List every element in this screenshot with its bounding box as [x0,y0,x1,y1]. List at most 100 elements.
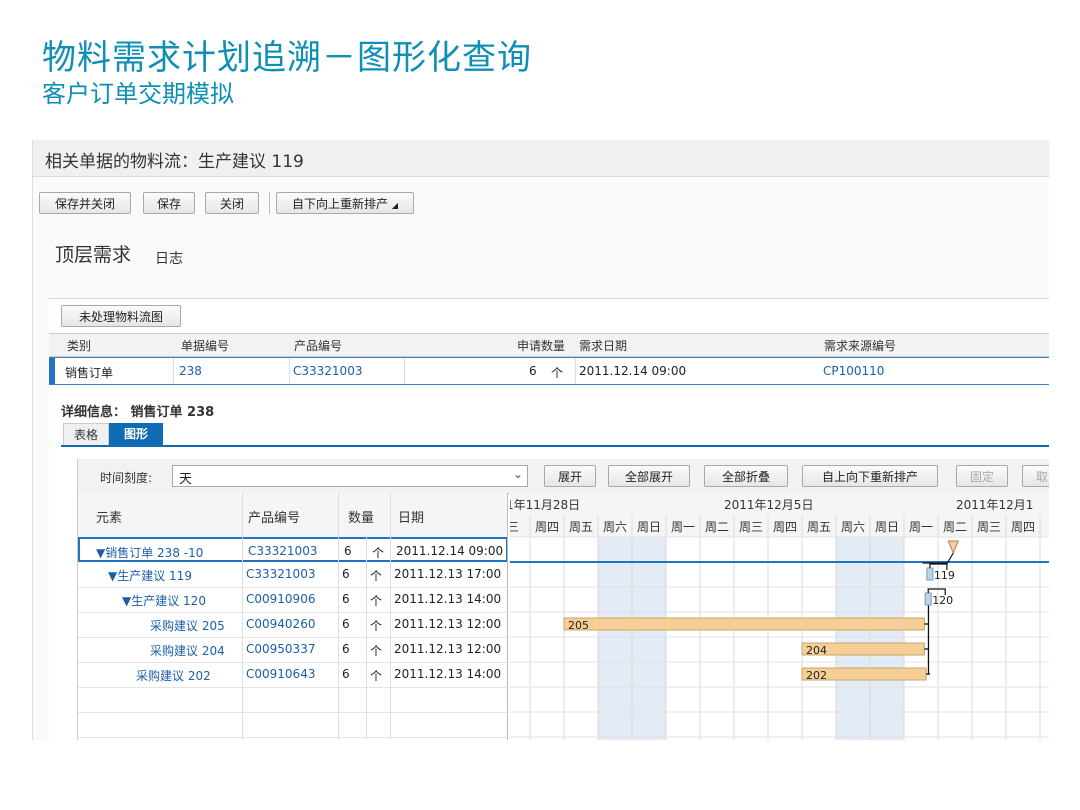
tree-date: 2011.12.13 14:00 [394,592,502,606]
tree-date: 2011.12.13 17:00 [394,567,502,581]
tree-qty: 6 [344,544,352,558]
tree-product[interactable]: C33321003 [248,544,317,558]
demand-grid-row[interactable]: 销售订单 238 C33321003 6 个 2011.12.14 09:00 … [49,357,1049,385]
col-divider [390,493,391,740]
col-divider [366,537,367,740]
weekend-column [870,537,904,740]
col-divider [575,358,576,384]
day-label: 周三 [977,520,1001,534]
tree-row[interactable]: 采购建议 205 C00940260 6 个 2011.12.13 12:00 [78,612,508,638]
tab-top-demand[interactable]: 顶层需求 [55,240,131,267]
tree-product[interactable]: C00910643 [246,667,315,681]
scale-label: 时间刻度: [100,471,153,485]
day-label: 周六 [603,520,627,534]
cell-qty: 6 [529,364,537,378]
expand-button[interactable]: 展开 [544,465,596,487]
col-element: 元素 [96,511,123,526]
day-label: 周三 [739,520,763,534]
col-divider [242,493,243,740]
day-label: 周四 [773,520,797,534]
cut-button[interactable]: 取 [1022,465,1049,487]
tree-row-empty [78,687,508,713]
day-label: 周六 [841,520,865,534]
tree-unit: 个 [370,644,383,658]
col-divider [173,358,174,384]
gantt-bar-label: 202 [806,669,827,682]
tree-qty: 6 [342,642,350,656]
tree-unit: 个 [370,619,383,633]
fix-button[interactable]: 固定 [956,465,1008,487]
tree-row[interactable]: ▼销售订单 238 -10 C33321003 6 个 2011.12.14 0… [78,537,508,562]
tree-unit: 个 [370,669,383,683]
reschedule-label: 自下向上重新排产 [292,197,389,211]
cell-source-link[interactable]: CP100110 [823,364,884,378]
col-divider [404,358,405,384]
tree-qty: 6 [342,567,350,581]
gantt-marker-label: 119 [934,569,955,582]
cell-doc-no-link[interactable]: 238 [179,364,202,378]
col-product-no: 产品编号 [294,339,343,353]
scale-select[interactable]: 天 ⌄ [172,465,528,487]
tree-row[interactable]: ▼生产建议 120 C00910906 6 个 2011.12.13 14:00 [78,587,508,613]
tree-element[interactable]: ▼销售订单 238 -10 [96,544,203,561]
day-label: 周五 [807,520,831,534]
col-divider [289,358,290,384]
day-label: 周日 [637,520,661,534]
tree-row-empty [78,712,508,738]
window-header: 相关单据的物料流：生产建议 119 [33,140,1049,177]
triangle-down-icon: ◢ [391,201,398,210]
tree-qty: 6 [342,617,350,631]
weekend-column [598,537,632,740]
week-label: 2011年12月5日 [724,498,813,512]
day-label: 周二 [705,520,729,534]
top-demand-section: 未处理物料流图 类别 单据编号 产品编号 申请数量 需求日期 需求来源编号 销售… [49,298,1049,740]
col-source: 需求来源编号 [824,339,897,353]
tree-row[interactable]: ▼生产建议 119 C33321003 6 个 2011.12.13 17:00 [78,562,508,588]
tab-table[interactable]: 表格 [63,423,109,447]
tree-date: 2011.12.13 12:00 [394,617,502,631]
tree-element[interactable]: 采购建议 204 [150,642,225,659]
expand-all-button[interactable]: 全部展开 [608,465,690,487]
close-button[interactable]: 关闭 [205,192,259,214]
save-button[interactable]: 保存 [143,192,195,214]
tree-product[interactable]: C00940260 [246,617,315,631]
cell-product-link[interactable]: C33321003 [293,364,362,378]
gantt-marker [924,592,932,606]
gantt-chart: 三周四周五周六周日周一周二周三周四周五周六周日周一周二周三周四周1年11月28日… [510,493,1049,740]
week-label: 2011年12月1 [956,498,1033,512]
tree-element[interactable]: 采购建议 205 [150,617,225,634]
tree-product[interactable]: C00950337 [246,642,315,656]
col-qty: 申请数量 [517,339,566,353]
tree-element[interactable]: 采购建议 202 [136,667,211,684]
tree-row[interactable]: 采购建议 202 C00910643 6 个 2011.12.13 14:00 [78,662,508,688]
day-label: 周四 [1011,520,1035,534]
day-label: 周一 [671,520,695,534]
reschedule-dropdown-button[interactable]: 自下向上重新排产 ◢ [276,192,414,214]
col-quantity: 数量 [348,511,375,526]
element-tree: 元素 产品编号 数量 日期 ▼销售订单 238 -10 C33321003 6 … [78,493,508,740]
collapse-all-button[interactable]: 全部折叠 [704,465,788,487]
tree-date: 2011.12.14 09:00 [396,544,504,558]
tree-element[interactable]: ▼生产建议 120 [122,592,206,609]
row-selected-marker [49,358,55,384]
tree-date: 2011.12.13 12:00 [394,642,502,656]
day-label: 周四 [535,520,559,534]
milestone-triangle-icon [947,540,960,555]
tab-log[interactable]: 日志 [155,248,183,268]
tree-product[interactable]: C33321003 [246,567,315,581]
tree-header: 元素 产品编号 数量 日期 [78,493,508,538]
save-close-button[interactable]: 保存并关闭 [39,192,131,214]
cell-type: 销售订单 [65,366,114,380]
gantt-svg: 三周四周五周六周日周一周二周三周四周五周六周日周一周二周三周四周1年11月28日… [510,493,1049,740]
tree-qty: 6 [342,667,350,681]
slide-title: 物料需求计划追溯－图形化查询 [42,38,532,78]
tree-product[interactable]: C00910906 [246,592,315,606]
tab-graph[interactable]: 图形 [109,423,163,445]
detail-title: 详细信息： 销售订单 238 [61,405,215,420]
tree-unit: 个 [370,594,383,608]
tree-row[interactable]: 采购建议 204 C00950337 6 个 2011.12.13 12:00 [78,637,508,663]
weekend-column [836,537,870,740]
tree-element[interactable]: ▼生产建议 119 [108,567,192,584]
top-down-reschedule-button[interactable]: 自上向下重新排产 [802,465,938,487]
unprocessed-flow-button[interactable]: 未处理物料流图 [61,305,181,327]
